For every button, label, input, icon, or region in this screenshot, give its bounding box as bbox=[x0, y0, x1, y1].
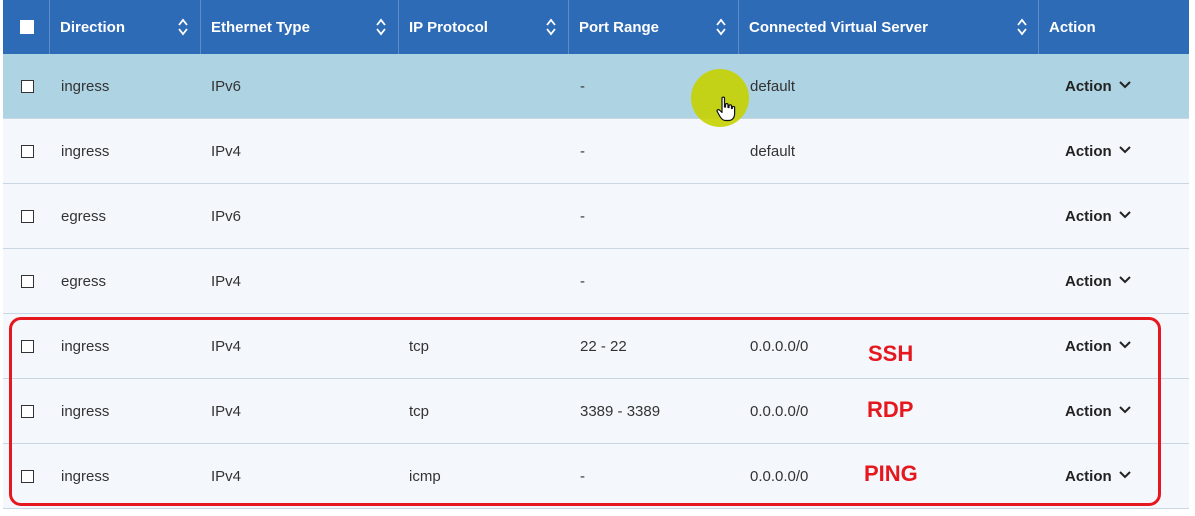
chevron-down-icon[interactable] bbox=[1119, 145, 1131, 155]
table-row[interactable]: ingress IPv6 - default Action bbox=[3, 54, 1189, 119]
table-header: Direction Ethernet Type IP Protocol Port… bbox=[3, 0, 1189, 54]
header-ip-protocol[interactable]: IP Protocol bbox=[399, 0, 569, 54]
port-range-cell: - bbox=[580, 208, 585, 225]
sort-icon[interactable] bbox=[716, 18, 726, 36]
header-action: Action bbox=[1039, 0, 1189, 54]
header-action-label: Action bbox=[1049, 19, 1096, 36]
table-row[interactable]: ingress IPv4 - default Action bbox=[3, 119, 1189, 184]
direction-cell: ingress bbox=[61, 143, 110, 160]
ethernet-type-cell: IPv4 bbox=[211, 143, 242, 160]
highlight-annotation-box bbox=[9, 317, 1161, 506]
row-checkbox[interactable] bbox=[21, 80, 34, 93]
connected-virtual-server-cell: default bbox=[750, 143, 796, 160]
ethernet-type-cell: IPv4 bbox=[211, 273, 242, 290]
sort-icon[interactable] bbox=[178, 18, 188, 36]
port-range-cell: - bbox=[580, 78, 585, 95]
action-menu-button[interactable]: Action bbox=[1065, 143, 1112, 160]
select-all-checkbox[interactable] bbox=[20, 20, 34, 34]
action-menu-button[interactable]: Action bbox=[1065, 208, 1112, 225]
chevron-down-icon[interactable] bbox=[1119, 275, 1131, 285]
connected-virtual-server-cell: default bbox=[750, 78, 796, 95]
header-connected-virtual-server[interactable]: Connected Virtual Server bbox=[739, 0, 1039, 54]
annotation-rdp: RDP bbox=[867, 397, 914, 422]
sort-icon[interactable] bbox=[546, 18, 556, 36]
header-port-range-label: Port Range bbox=[579, 19, 660, 36]
header-direction-label: Direction bbox=[60, 19, 126, 36]
row-checkbox[interactable] bbox=[21, 210, 34, 223]
direction-cell: ingress bbox=[61, 78, 110, 95]
ethernet-type-cell: IPv6 bbox=[211, 78, 242, 95]
table-row[interactable]: egress IPv6 - Action bbox=[3, 184, 1189, 249]
header-port-range[interactable]: Port Range bbox=[569, 0, 739, 54]
direction-cell: egress bbox=[61, 273, 107, 290]
action-menu-button[interactable]: Action bbox=[1065, 273, 1112, 290]
chevron-down-icon[interactable] bbox=[1119, 210, 1131, 220]
header-ip-protocol-label: IP Protocol bbox=[409, 19, 488, 36]
sort-icon[interactable] bbox=[1017, 18, 1027, 36]
header-connected-virtual-server-label: Connected Virtual Server bbox=[749, 19, 928, 36]
header-ethernet-type[interactable]: Ethernet Type bbox=[201, 0, 399, 54]
annotation-ping: PING bbox=[864, 461, 918, 486]
table-row[interactable]: egress IPv4 - Action bbox=[3, 249, 1189, 314]
port-range-cell: - bbox=[580, 143, 585, 160]
row-checkbox[interactable] bbox=[21, 145, 34, 158]
chevron-down-icon[interactable] bbox=[1119, 80, 1131, 90]
header-direction[interactable]: Direction bbox=[50, 0, 201, 54]
action-menu-button[interactable]: Action bbox=[1065, 78, 1112, 95]
row-checkbox[interactable] bbox=[21, 275, 34, 288]
ethernet-type-cell: IPv6 bbox=[211, 208, 242, 225]
hand-pointer-icon bbox=[716, 96, 736, 122]
sort-icon[interactable] bbox=[376, 18, 386, 36]
header-ethernet-type-label: Ethernet Type bbox=[211, 19, 310, 36]
direction-cell: egress bbox=[61, 208, 107, 225]
annotation-ssh: SSH bbox=[868, 341, 914, 366]
port-range-cell: - bbox=[580, 273, 585, 290]
header-select-all-cell bbox=[3, 0, 50, 54]
